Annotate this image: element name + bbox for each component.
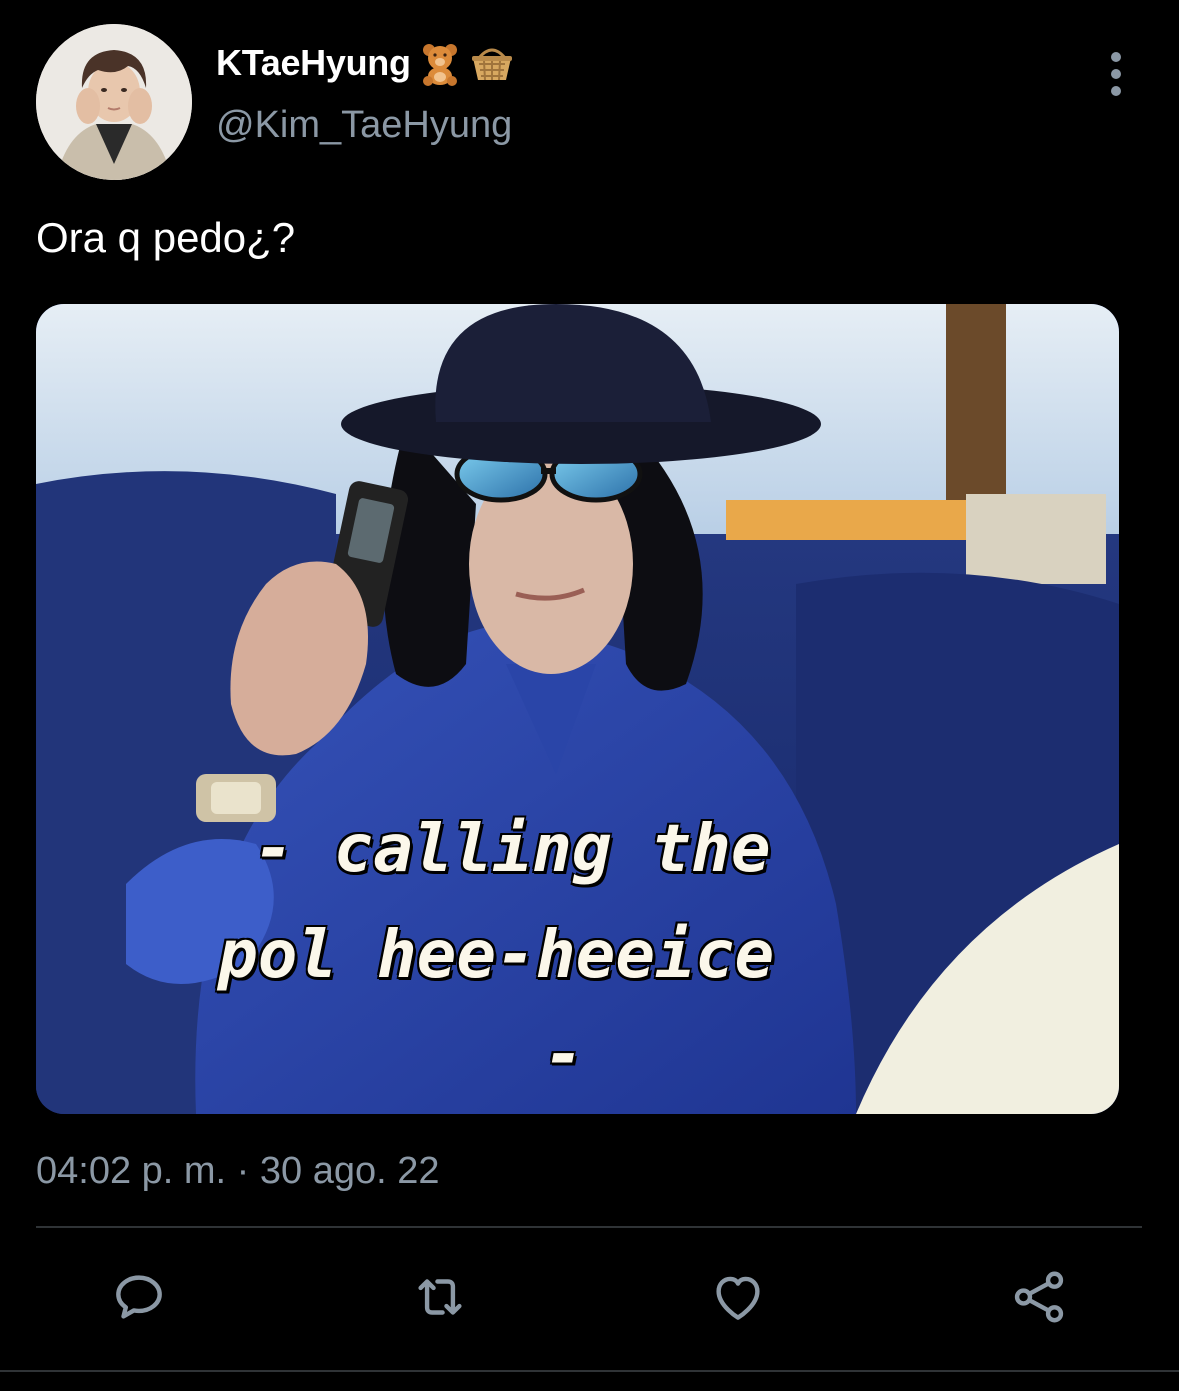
tweet: KTaeHyung @Kim_TaeHyung Ora q pedo¿? - c… <box>0 0 1179 1391</box>
bottom-divider <box>0 1370 1179 1372</box>
divider <box>36 1226 1142 1228</box>
tweet-media[interactable]: - calling the pol hee-heeice - <box>36 304 1119 1114</box>
more-dot <box>1111 52 1121 62</box>
avatar-image <box>36 24 192 180</box>
media-caption-line-1: - calling the <box>254 810 771 887</box>
share-icon <box>1014 1271 1064 1323</box>
reply-icon <box>116 1275 162 1319</box>
tweet-text: Ora q pedo¿? <box>36 214 296 261</box>
action-bar <box>0 1262 1179 1332</box>
more-dot <box>1111 69 1121 79</box>
media-caption-line-3: - <box>544 1016 584 1093</box>
avatar[interactable] <box>36 24 192 180</box>
author-display-name[interactable]: KTaeHyung <box>216 42 411 84</box>
reply-button[interactable] <box>104 1262 174 1332</box>
basket-emoji <box>469 40 515 86</box>
tweet-timestamp[interactable]: 04:02 p. m. · 30 ago. 22 <box>36 1150 440 1193</box>
share-button[interactable] <box>1004 1262 1074 1332</box>
like-icon <box>716 1276 760 1320</box>
more-options-button[interactable] <box>1096 52 1136 96</box>
media-caption-line-2: pol hee-heeice <box>218 916 775 993</box>
like-button[interactable] <box>703 1262 773 1332</box>
author-handle[interactable]: @Kim_TaeHyung <box>216 104 512 147</box>
teddy-bear-emoji <box>417 40 463 86</box>
retweet-button[interactable] <box>405 1262 475 1332</box>
retweet-icon <box>418 1279 462 1315</box>
more-dot <box>1111 86 1121 96</box>
author-name-row[interactable]: KTaeHyung <box>216 38 515 88</box>
